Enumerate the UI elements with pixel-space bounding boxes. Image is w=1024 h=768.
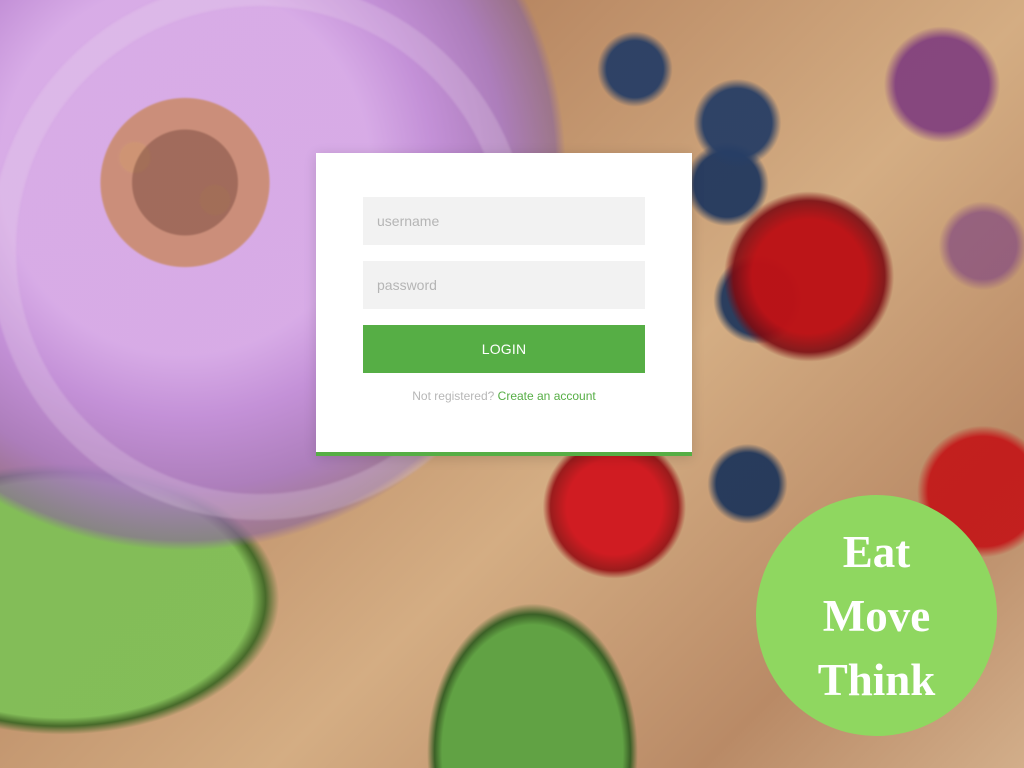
eat-move-think-badge: Eat Move Think [756, 495, 997, 736]
register-prompt-text: Not registered? [412, 389, 495, 403]
username-input[interactable] [363, 197, 645, 245]
password-input[interactable] [363, 261, 645, 309]
create-account-link[interactable]: Create an account [498, 389, 596, 403]
badge-line-move: Move [822, 590, 931, 641]
badge-line-think: Think [817, 654, 936, 705]
registration-prompt: Not registered? Create an account [316, 389, 692, 403]
login-button[interactable]: LOGIN [363, 325, 645, 373]
badge-line-eat: Eat [842, 526, 911, 577]
login-form: LOGIN Not registered? Create an account [316, 153, 692, 456]
